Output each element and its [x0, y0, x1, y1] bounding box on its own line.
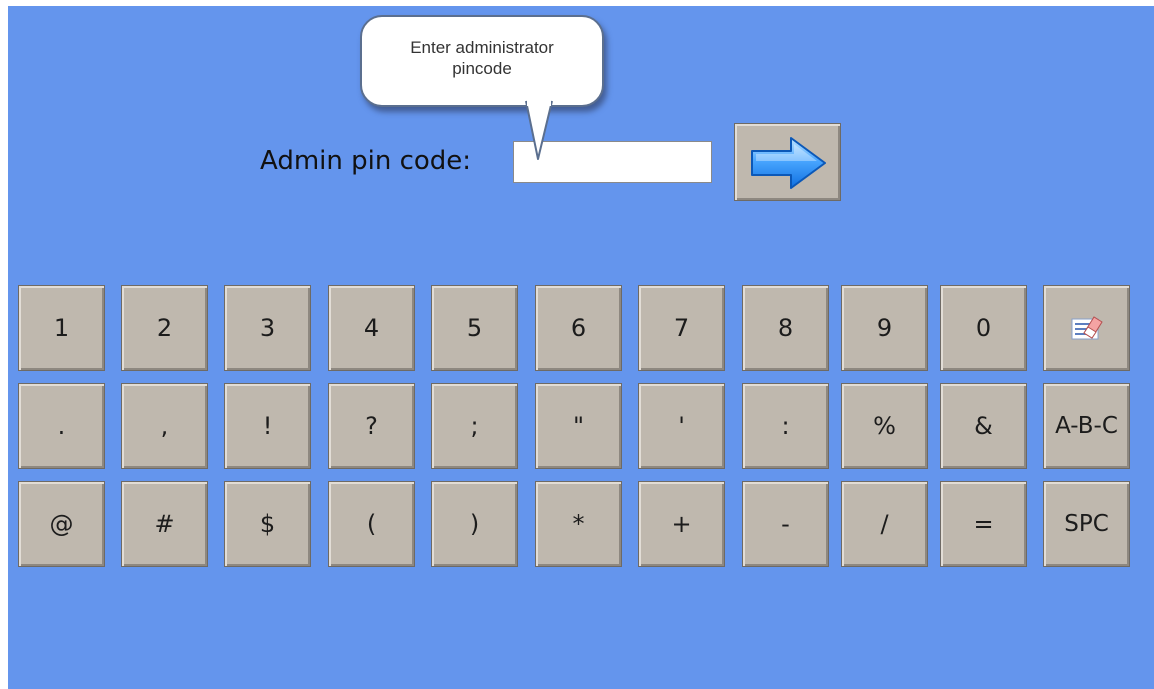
key-label: 6 — [570, 314, 587, 342]
key-8[interactable]: 8 — [742, 285, 829, 371]
key-label: 7 — [673, 314, 690, 342]
key-label: * — [572, 510, 585, 538]
key-label: / — [880, 510, 889, 538]
key-percent[interactable]: % — [841, 383, 928, 469]
key-question[interactable]: ? — [328, 383, 415, 469]
key-9[interactable]: 9 — [841, 285, 928, 371]
key-colon[interactable]: : — [742, 383, 829, 469]
key-equals[interactable]: = — [940, 481, 1027, 567]
key-label: SPC — [1064, 511, 1109, 537]
key-label: . — [57, 412, 66, 440]
key-close-paren[interactable]: ) — [431, 481, 518, 567]
key-label: 1 — [53, 314, 70, 342]
key-alphabet[interactable]: A-B-C — [1043, 383, 1130, 469]
key-label: 0 — [975, 314, 992, 342]
key-1[interactable]: 1 — [18, 285, 105, 371]
key-0[interactable]: 0 — [940, 285, 1027, 371]
key-label: ( — [366, 510, 377, 538]
key-label: 9 — [876, 314, 893, 342]
key-label: 4 — [363, 314, 380, 342]
key-label: , — [160, 412, 169, 440]
key-label: ! — [262, 412, 273, 440]
key-label: $ — [259, 510, 276, 538]
key-label: " — [572, 412, 585, 440]
key-label: 5 — [466, 314, 483, 342]
key-2[interactable]: 2 — [121, 285, 208, 371]
key-exclamation[interactable]: ! — [224, 383, 311, 469]
hint-tooltip-text: Enter administrator pincode — [410, 38, 554, 78]
key-label: A-B-C — [1055, 413, 1118, 439]
key-label: ' — [678, 412, 685, 440]
key-asterisk[interactable]: * — [535, 481, 622, 567]
eraser-icon — [1071, 316, 1103, 340]
key-label: & — [974, 412, 993, 440]
key-label: 3 — [259, 314, 276, 342]
key-label: ; — [470, 412, 479, 440]
submit-button[interactable] — [734, 123, 841, 201]
key-4[interactable]: 4 — [328, 285, 415, 371]
hint-tooltip: Enter administrator pincode — [360, 15, 604, 107]
key-minus[interactable]: - — [742, 481, 829, 567]
key-label: 2 — [156, 314, 173, 342]
key-label: ) — [469, 510, 480, 538]
key-hash[interactable]: # — [121, 481, 208, 567]
key-at[interactable]: @ — [18, 481, 105, 567]
key-label: - — [781, 510, 790, 538]
pin-entry-screen: Enter administrator pincode Admin pin co… — [8, 6, 1154, 689]
key-label: 8 — [777, 314, 794, 342]
key-label: % — [873, 412, 896, 440]
key-open-paren[interactable]: ( — [328, 481, 415, 567]
key-semicolon[interactable]: ; — [431, 383, 518, 469]
key-comma[interactable]: , — [121, 383, 208, 469]
key-slash[interactable]: / — [841, 481, 928, 567]
key-label: ? — [365, 412, 378, 440]
clear-key[interactable] — [1043, 285, 1130, 371]
hint-tooltip-tail — [525, 100, 553, 160]
key-label: # — [154, 510, 175, 538]
key-double-quote[interactable]: " — [535, 383, 622, 469]
key-label: @ — [49, 510, 74, 538]
key-ampersand[interactable]: & — [940, 383, 1027, 469]
key-3[interactable]: 3 — [224, 285, 311, 371]
key-label: = — [973, 510, 994, 538]
key-single-quote[interactable]: ' — [638, 383, 725, 469]
key-label: + — [671, 510, 692, 538]
key-space[interactable]: SPC — [1043, 481, 1130, 567]
pin-code-label: Admin pin code: — [260, 146, 472, 176]
key-plus[interactable]: + — [638, 481, 725, 567]
key-7[interactable]: 7 — [638, 285, 725, 371]
right-arrow-icon — [751, 137, 826, 189]
key-6[interactable]: 6 — [535, 285, 622, 371]
key-label: : — [781, 412, 790, 440]
key-dollar[interactable]: $ — [224, 481, 311, 567]
key-period[interactable]: . — [18, 383, 105, 469]
key-5[interactable]: 5 — [431, 285, 518, 371]
